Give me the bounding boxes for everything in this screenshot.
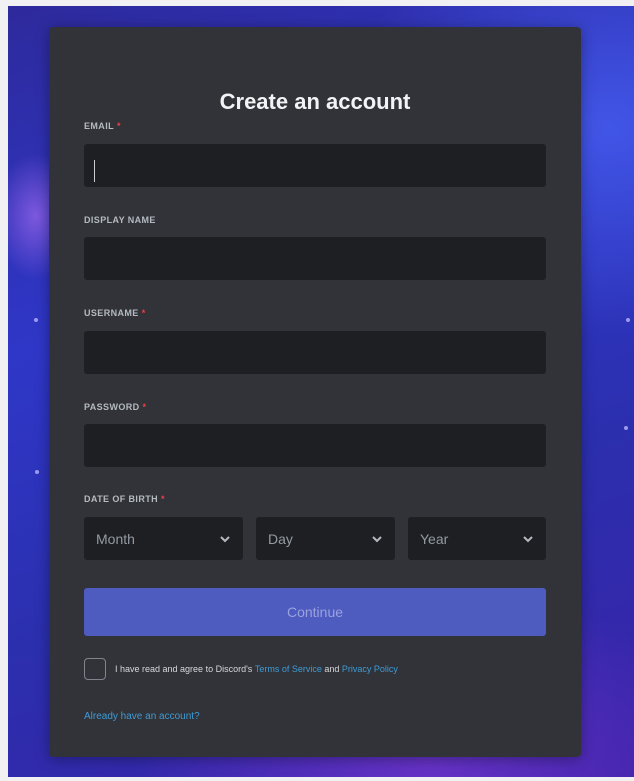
username-label: USERNAME * xyxy=(84,308,146,318)
agree-checkbox[interactable] xyxy=(84,658,106,680)
register-card: Create an account EMAIL * DISPLAY NAME US… xyxy=(49,27,581,757)
day-select[interactable]: Day xyxy=(256,517,395,560)
dob-label: DATE OF BIRTH * xyxy=(84,494,165,504)
star-decoration xyxy=(34,318,38,322)
year-select-value: Year xyxy=(420,530,449,547)
password-label: PASSWORD * xyxy=(84,402,147,412)
chevron-down-icon xyxy=(220,535,230,542)
agree-text: I have read and agree to Discord's xyxy=(115,664,253,674)
agree-and-text: and xyxy=(324,664,340,674)
email-label: EMAIL * xyxy=(84,121,121,131)
display-name-label: DISPLAY NAME xyxy=(84,215,156,225)
privacy-link[interactable]: Privacy Policy xyxy=(342,664,398,674)
email-field[interactable] xyxy=(84,144,546,187)
star-decoration xyxy=(624,426,628,430)
required-mark: * xyxy=(141,308,146,318)
terms-link[interactable]: Terms of Service xyxy=(255,664,322,674)
star-decoration xyxy=(626,318,630,322)
required-mark: * xyxy=(117,121,121,131)
day-select-value: Day xyxy=(268,530,293,547)
continue-button[interactable]: Continue xyxy=(84,588,546,636)
month-select[interactable]: Month xyxy=(84,517,243,560)
year-select[interactable]: Year xyxy=(408,517,546,560)
login-link[interactable]: Already have an account? xyxy=(84,711,200,722)
display-name-field[interactable] xyxy=(84,237,546,280)
text-cursor xyxy=(94,160,95,182)
agreement-row: I have read and agree to Discord's Terms… xyxy=(84,658,398,680)
star-decoration xyxy=(35,470,39,474)
required-mark: * xyxy=(142,402,147,412)
continue-button-label: Continue xyxy=(286,604,344,620)
chevron-down-icon xyxy=(523,535,533,542)
page-title: Create an account xyxy=(219,89,411,114)
month-select-value: Month xyxy=(96,530,135,547)
username-field[interactable] xyxy=(84,331,546,374)
password-field[interactable] xyxy=(84,424,546,467)
required-mark: * xyxy=(161,494,165,504)
chevron-down-icon xyxy=(372,535,382,542)
